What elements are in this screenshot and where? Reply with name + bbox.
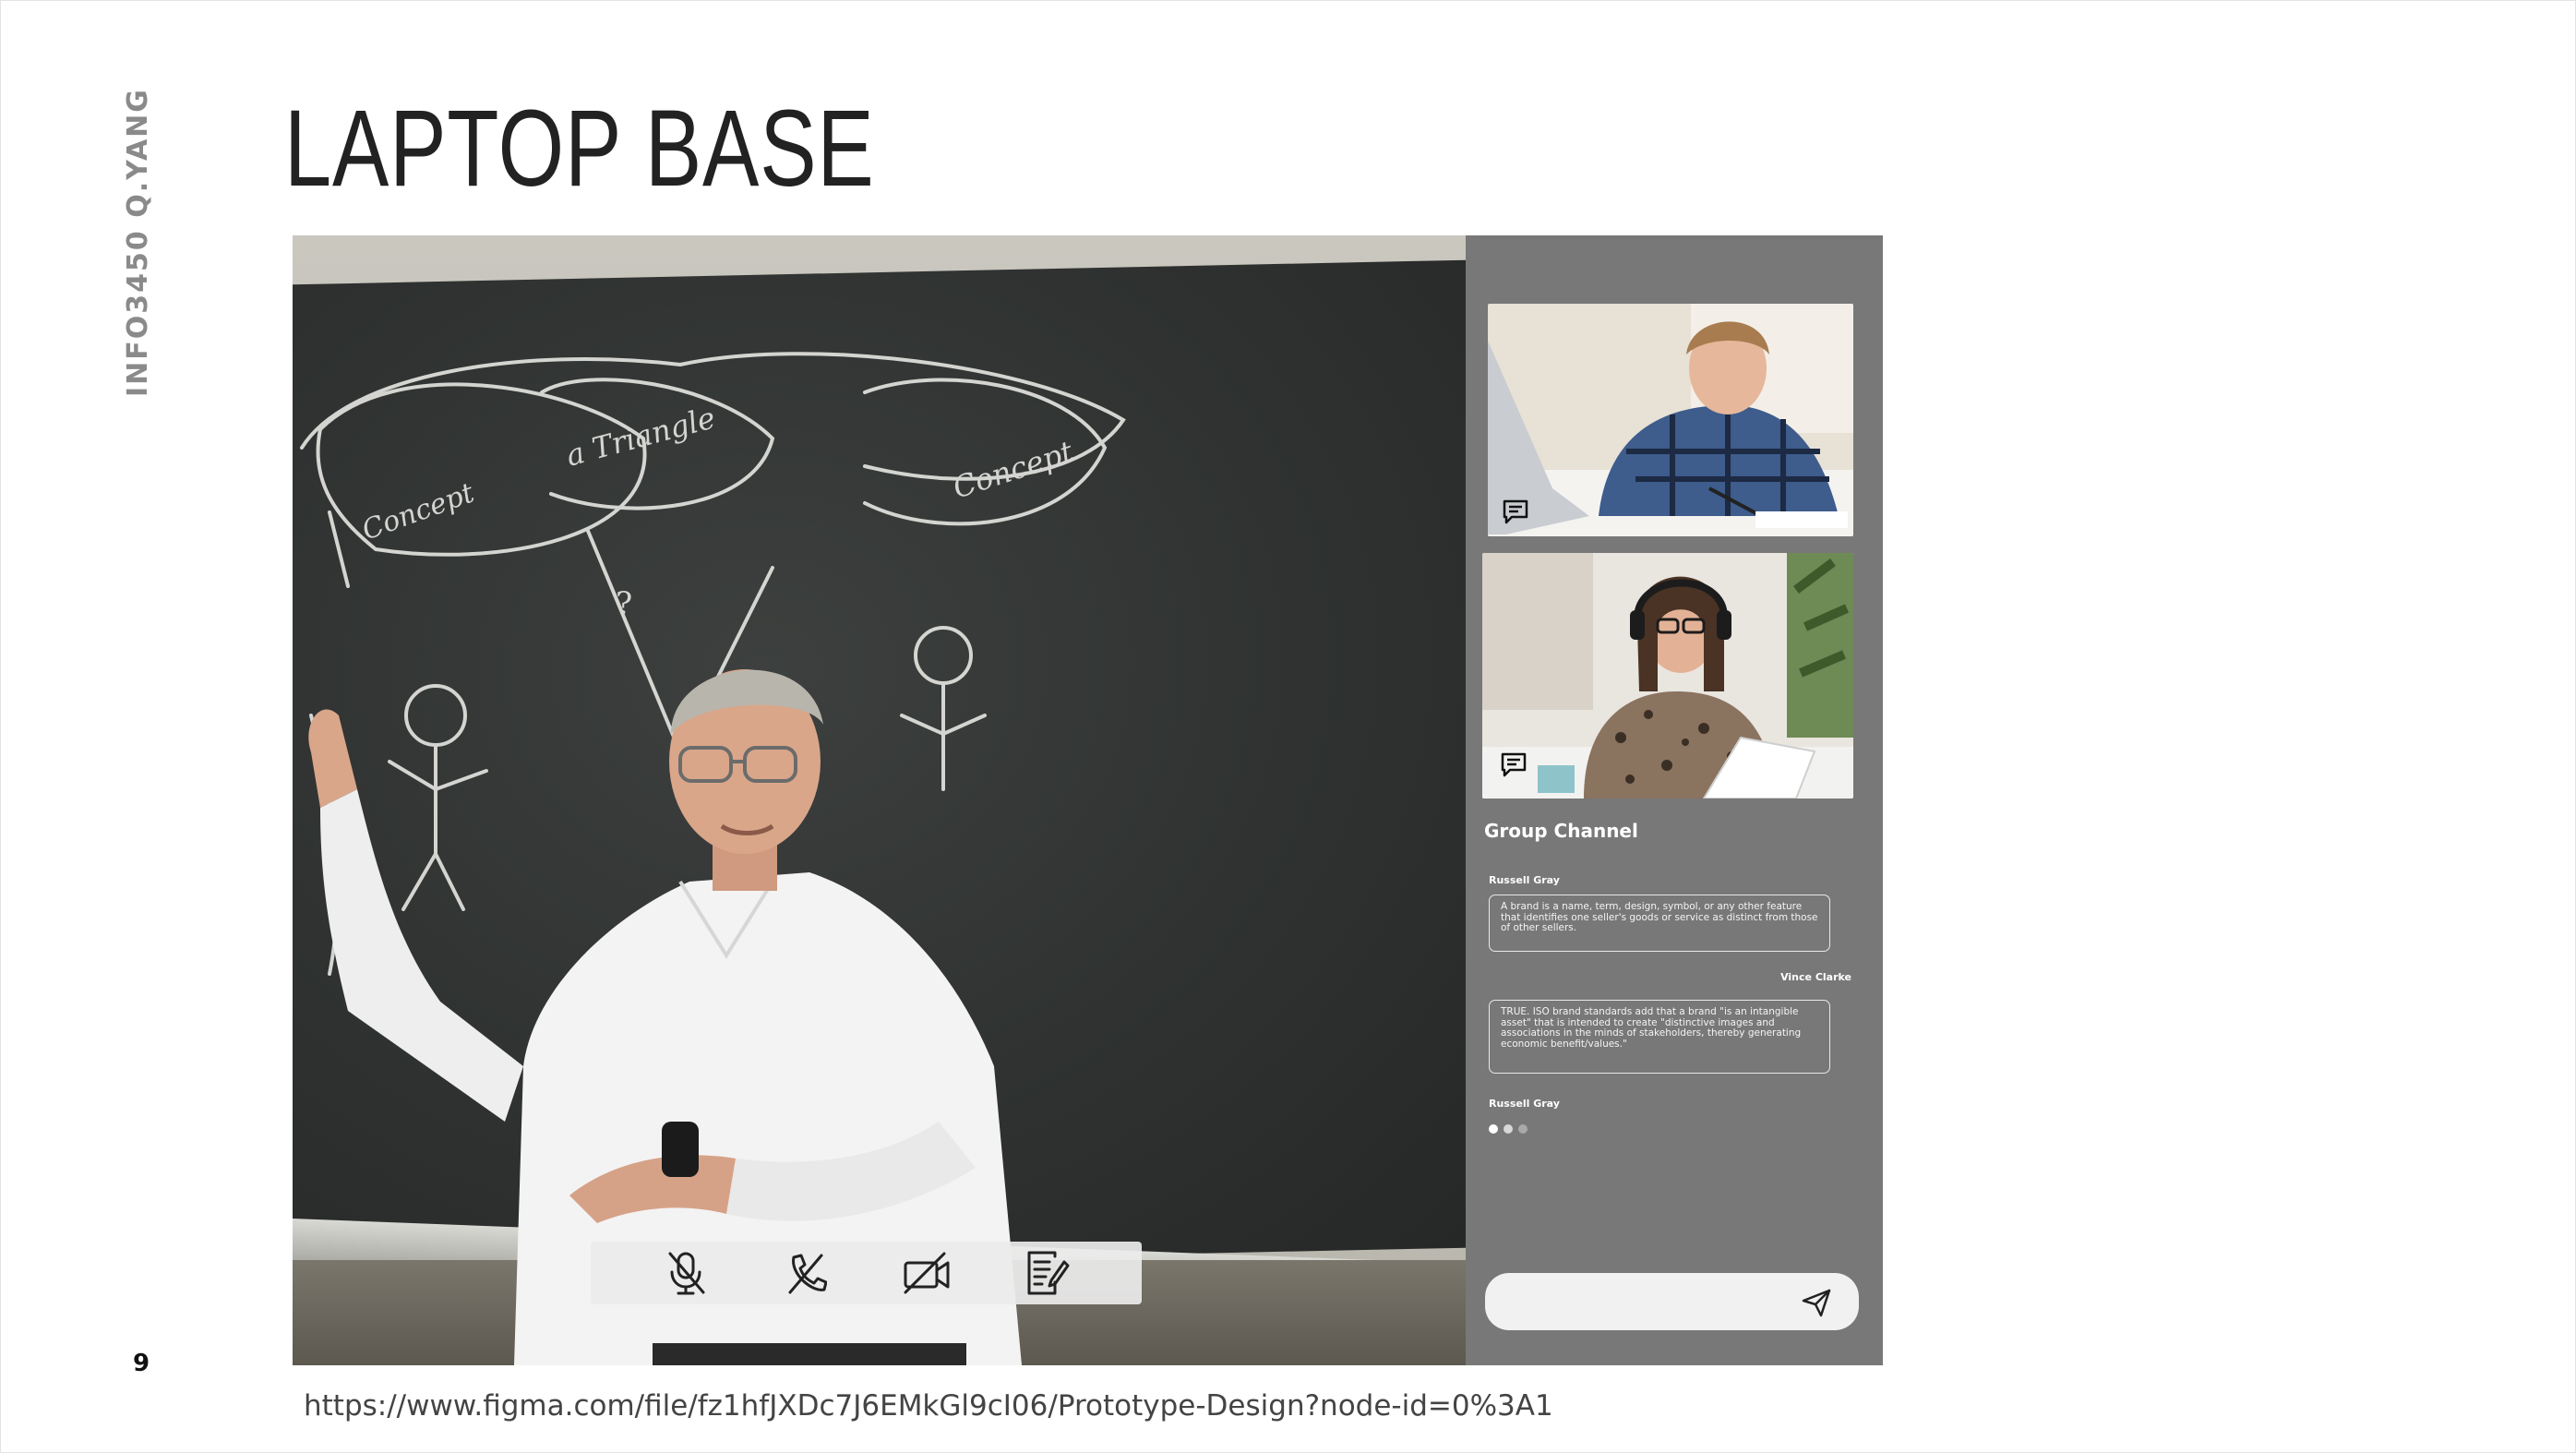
page-title: LAPTOP BASE: [284, 88, 875, 210]
typing-dot: [1518, 1124, 1528, 1134]
course-label: INFO3450 Q.YANG: [122, 88, 154, 397]
typing-dot: [1489, 1124, 1498, 1134]
main-video-feed[interactable]: Concept a Triangle Concept ?: [293, 235, 1466, 1365]
participant-video-1[interactable]: [1488, 304, 1853, 536]
figma-link[interactable]: https://www.figma.com/file/fz1hfJXDc7J6E…: [304, 1389, 1553, 1423]
group-channel-title: Group Channel: [1484, 820, 1638, 842]
mic-off-icon: [668, 1252, 705, 1295]
message-2-sender: Vince Clarke: [1780, 971, 1851, 983]
message-1-bubble: A brand is a name, term, design, symbol,…: [1489, 895, 1830, 952]
typing-dot: [1504, 1124, 1513, 1134]
hang-up-icon: [788, 1254, 828, 1294]
typing-indicator: [1489, 1124, 1528, 1134]
message-2-bubble: TRUE. ISO brand standards add that a bra…: [1489, 1000, 1830, 1074]
chat-bubble-icon: [1501, 752, 1527, 777]
participant-2-chat-button[interactable]: [1497, 749, 1530, 780]
send-button[interactable]: [1798, 1284, 1835, 1321]
call-control-bar: [591, 1242, 1142, 1304]
side-panel: Group Channel Russell Gray A brand is a …: [1466, 235, 1883, 1365]
chat-bubble-icon: [1503, 499, 1528, 524]
notes-button[interactable]: [1022, 1248, 1072, 1298]
typing-sender: Russell Gray: [1489, 1098, 1560, 1110]
camera-off-icon: [904, 1252, 950, 1294]
participant-video-2[interactable]: [1482, 553, 1853, 799]
mic-off-button[interactable]: [661, 1248, 711, 1298]
participant-1-image: [1488, 304, 1853, 536]
lecturer-figure: [308, 669, 1022, 1365]
participant-2-image: [1482, 553, 1853, 799]
send-icon: [1802, 1289, 1831, 1317]
hang-up-button[interactable]: [781, 1248, 831, 1298]
message-1-sender: Russell Gray: [1489, 874, 1560, 886]
participant-1-chat-button[interactable]: [1499, 496, 1532, 527]
notes-edit-icon: [1027, 1251, 1070, 1295]
page-number: 9: [133, 1350, 150, 1377]
camera-off-button[interactable]: [902, 1248, 952, 1298]
